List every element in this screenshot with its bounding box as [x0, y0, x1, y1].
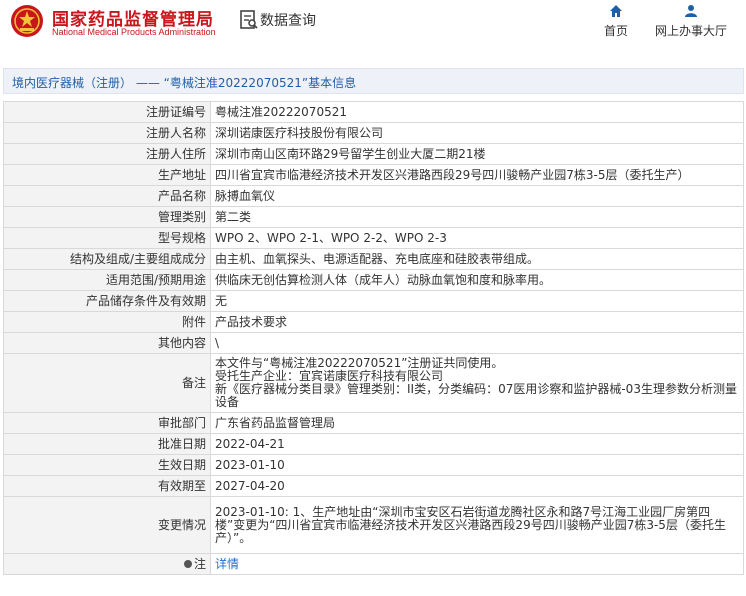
table-row: 注册证编号 粤械注准20222070521 [3, 101, 744, 123]
table-row: 产品储存条件及有效期无 [3, 290, 744, 312]
field-value: 无 [210, 290, 744, 312]
field-label: 有效期至 [3, 475, 211, 497]
table-row: 生效日期 2023-01-10 [3, 454, 744, 476]
field-label: 备注 [3, 353, 211, 413]
home-icon [610, 5, 622, 17]
field-value: 深圳市南山区南环路29号留学生创业大厦二期21楼 [210, 143, 744, 165]
table-row: 审批部门 广东省药品监督管理局 [3, 412, 744, 434]
field-label: 注册人住所 [3, 143, 211, 165]
nav-home-button[interactable]: 首页 [598, 4, 634, 40]
field-value: 由主机、血氧探头、电源适配器、充电底座和硅胶表带组成。 [210, 248, 744, 270]
field-value: 产品技术要求 [210, 311, 744, 333]
field-label: 注册证编号 [3, 101, 211, 123]
nav-online-office-label: 网上办事大厅 [654, 24, 727, 38]
field-label: 其他内容 [3, 332, 211, 354]
table-row: 结构及组成/主要组成成分 由主机、血氧探头、电源适配器、充电底座和硅胶表带组成。 [3, 248, 744, 270]
record-title-bar: 境内医疗器械（注册） —— “粤械注准20222070521”基本信息 [3, 68, 744, 94]
user-icon [685, 5, 697, 17]
table-row: 适用范围/预期用途 供临床无创估算检测人体（成年人）动脉血氧饱和度和脉率用。 [3, 269, 744, 291]
field-label: 产品名称 [3, 185, 211, 207]
table-row: 注册人名称 深圳诺康医疗科技股份有限公司 [3, 122, 744, 144]
field-value: 脉搏血氧仪 [210, 185, 744, 207]
table-row: 附件 产品技术要求 [3, 311, 744, 333]
note-label-cell: 注 [3, 553, 211, 575]
field-value: 广东省药品监督管理局 [210, 412, 744, 434]
field-label: 生效日期 [3, 454, 211, 476]
field-value: 深圳诺康医疗科技股份有限公司 [210, 122, 744, 144]
record-title-text: “粤械注准20222070521”基本信息 [163, 76, 357, 90]
field-value: 2022-04-21 [210, 433, 744, 455]
table-row: 其他内容 \ [3, 332, 744, 354]
section-title: 数据查询 [260, 13, 316, 29]
table-row: 生产地址 四川省宜宾市临港经济技术开发区兴港路西段29号四川骏畅产业园7栋3-5层… [3, 164, 744, 186]
table-row-note: 注 详情 [3, 553, 744, 575]
remarks-value: 本文件与“粤械注准20222070521”注册证共同使用。 受托生产企业：宜宾诺… [210, 353, 744, 413]
field-label: 变更情况 [3, 496, 211, 554]
table-row: 产品名称 脉搏血氧仪 [3, 185, 744, 207]
note-value: 详情 [210, 553, 744, 575]
field-value: 2023-01-10 [210, 454, 744, 476]
field-label: 型号规格 [3, 227, 211, 249]
field-value: \ [210, 332, 744, 354]
field-value: WPO 2、WPO 2-1、WPO 2-2、WPO 2-3 [210, 227, 744, 249]
field-label: 批准日期 [3, 433, 211, 455]
field-label: 注册人名称 [3, 122, 211, 144]
national-emblem-icon [11, 5, 43, 37]
category-link[interactable]: 境内医疗器械（注册） [12, 76, 132, 90]
field-value: 供临床无创估算检测人体（成年人）动脉血氧饱和度和脉率用。 [210, 269, 744, 291]
change-history-value: 2023-01-10: 1、生产地址由“深圳市宝安区石岩街道龙腾社区永和路7号江… [210, 496, 744, 554]
field-label: 结构及组成/主要组成成分 [3, 248, 211, 270]
table-row: 型号规格 WPO 2、WPO 2-1、WPO 2-2、WPO 2-3 [3, 227, 744, 249]
table-row: 注册人住所 深圳市南山区南环路29号留学生创业大厦二期21楼 [3, 143, 744, 165]
field-label: 附件 [3, 311, 211, 333]
nav-home-label: 首页 [603, 24, 628, 38]
nav-online-office-button[interactable]: 网上办事大厅 [652, 4, 730, 40]
field-value: 四川省宜宾市临港经济技术开发区兴港路西段29号四川骏畅产业园7栋3-5层（委托生… [210, 164, 744, 186]
field-label: 产品储存条件及有效期 [3, 290, 211, 312]
title-separator: —— [135, 76, 160, 90]
field-label: 审批部门 [3, 412, 211, 434]
site-name-en[interactable]: National Medical Products Administration [52, 27, 216, 37]
site-header: 国家药品监督管理局 National Medical Products Admi… [0, 0, 746, 44]
note-label: 注 [193, 556, 206, 571]
table-row: 有效期至 2027-04-20 [3, 475, 744, 497]
table-row-change-history: 变更情况 2023-01-10: 1、生产地址由“深圳市宝安区石岩街道龙腾社区永… [3, 496, 744, 554]
table-row: 管理类别 第二类 [3, 206, 744, 228]
field-label: 生产地址 [3, 164, 211, 186]
data-query-icon [240, 10, 258, 29]
record-title: 境内医疗器械（注册） —— “粤械注准20222070521”基本信息 [12, 74, 356, 91]
info-bulb-icon [183, 560, 192, 568]
field-label: 管理类别 [3, 206, 211, 228]
table-row-remarks: 备注 本文件与“粤械注准20222070521”注册证共同使用。 受托生产企业：… [3, 353, 744, 413]
field-value: 粤械注准20222070521 [210, 101, 744, 123]
field-value: 2027-04-20 [210, 475, 744, 497]
table-row: 批准日期 2022-04-21 [3, 433, 744, 455]
remarks-line: 新《医疗器械分类目录》管理类别：II类，分类编码：07医用诊察和监护器械-03生… [215, 382, 737, 409]
field-value: 第二类 [210, 206, 744, 228]
details-link[interactable]: 详情 [215, 557, 239, 571]
record-detail-table: 注册证编号 粤械注准20222070521 注册人名称 深圳诺康医疗科技股份有限公司… [3, 101, 744, 575]
field-label: 适用范围/预期用途 [3, 269, 211, 291]
